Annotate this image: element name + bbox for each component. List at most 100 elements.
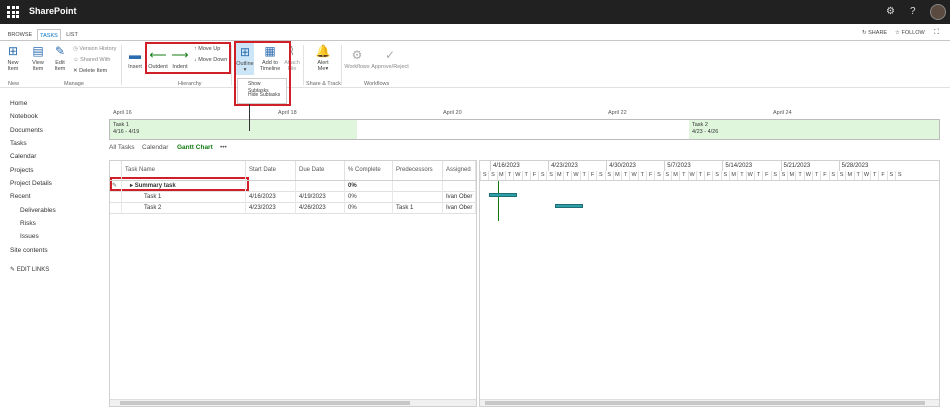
- gantt-day-header: S: [604, 171, 613, 180]
- workflows-button[interactable]: ⚙ Workflows: [344, 49, 370, 71]
- start-date-cell[interactable]: [246, 181, 296, 192]
- table-row[interactable]: Task 1 4/16/2023 4/19/2023 0% Ivan Ober: [110, 192, 476, 203]
- table-row[interactable]: Task 2 4/23/2023 4/26/2023 0% Task 1 Iva…: [110, 203, 476, 214]
- alert-me-button[interactable]: 🔔 Alert Me▾: [313, 45, 333, 73]
- timeline-task-2[interactable]: Task 2 4/23 - 4/26: [689, 120, 939, 139]
- percent-complete-cell[interactable]: 0%: [345, 203, 393, 214]
- question-icon[interactable]: ?: [910, 6, 916, 17]
- gantt-day-header: M: [670, 171, 679, 180]
- row-selector[interactable]: [110, 203, 122, 214]
- task-name-cell[interactable]: ▸ Summary task: [122, 181, 246, 192]
- insert-button[interactable]: ▬ Insert: [125, 49, 145, 71]
- timeline-task-1[interactable]: Task 1 4/16 - 4/19: [110, 120, 357, 139]
- start-date-cell[interactable]: 4/16/2023: [246, 192, 296, 203]
- share-label: SHARE: [868, 30, 888, 36]
- delete-item-button[interactable]: ✕ Delete Item: [73, 68, 107, 74]
- edit-item-button[interactable]: ✎ Edit Item: [51, 45, 69, 73]
- nav-notebook[interactable]: Notebook: [10, 113, 38, 120]
- gantt-day-header: T: [853, 171, 862, 180]
- table-row[interactable]: ✎ ▸ Summary task 0%: [110, 181, 476, 192]
- grid-horizontal-scrollbar[interactable]: [110, 399, 476, 406]
- brand-title[interactable]: SharePoint: [29, 6, 77, 16]
- new-item-label: New Item: [7, 60, 19, 72]
- scrollbar-thumb[interactable]: [120, 401, 410, 405]
- gantt-day-header: M: [554, 171, 563, 180]
- app-launcher-icon[interactable]: [7, 6, 19, 18]
- gantt-day-header: S: [836, 171, 845, 180]
- workflows-label: Workflows: [344, 64, 370, 70]
- column-header-predecessors[interactable]: Predecessors: [393, 161, 443, 180]
- gantt-day-header: F: [529, 171, 538, 180]
- gantt-week-header: 4/23/2023: [548, 161, 606, 171]
- gantt-day-header: S: [480, 171, 488, 180]
- edit-row-icon[interactable]: ✎: [110, 181, 122, 192]
- approve-reject-button[interactable]: ✓ Approve/Reject: [371, 49, 409, 71]
- start-date-cell[interactable]: 4/23/2023: [246, 203, 296, 214]
- due-date-cell[interactable]: [296, 181, 345, 192]
- gantt-day-header: W: [745, 171, 754, 180]
- follow-button[interactable]: ☆ FOLLOW: [895, 30, 925, 36]
- nav-project-details[interactable]: Project Details: [10, 180, 52, 187]
- nav-calendar[interactable]: Calendar: [10, 153, 36, 160]
- new-item-button[interactable]: ⊞ New Item: [4, 45, 22, 73]
- timeline-date: April 24: [773, 110, 792, 116]
- nav-documents[interactable]: Documents: [10, 127, 43, 134]
- nav-projects[interactable]: Projects: [10, 167, 33, 174]
- share-button[interactable]: ↻ SHARE: [862, 30, 887, 36]
- predecessors-cell[interactable]: [393, 192, 443, 203]
- gantt-day-header: S: [538, 171, 546, 180]
- view-item-button[interactable]: ▤ View Item: [29, 45, 47, 73]
- gantt-day-header: M: [729, 171, 737, 180]
- gantt-day-header: T: [637, 171, 646, 180]
- column-header-task-name[interactable]: Task Name: [122, 161, 246, 180]
- gantt-day-header: F: [820, 171, 828, 180]
- assigned-cell[interactable]: Ivan Ober: [443, 192, 476, 203]
- column-header-percent-complete[interactable]: % Complete: [345, 161, 393, 180]
- task-name-cell[interactable]: Task 1: [122, 192, 246, 203]
- gantt-day-header: S: [712, 171, 720, 180]
- assigned-cell[interactable]: Ivan Ober: [443, 203, 476, 214]
- view-calendar[interactable]: Calendar: [142, 144, 168, 151]
- assigned-cell[interactable]: [443, 181, 476, 192]
- nav-home[interactable]: Home: [10, 100, 27, 107]
- gantt-day-header: T: [737, 171, 745, 180]
- version-history-button[interactable]: ◷ Version History: [73, 46, 116, 52]
- predecessors-cell[interactable]: Task 1: [393, 203, 443, 214]
- nav-tasks[interactable]: Tasks: [10, 140, 27, 147]
- gear-icon[interactable]: ⚙: [886, 6, 895, 17]
- column-header-start-date[interactable]: Start Date: [246, 161, 296, 180]
- percent-complete-cell[interactable]: 0%: [345, 181, 393, 192]
- focus-icon[interactable]: ⛶: [934, 29, 939, 37]
- group-label-manage: Manage: [64, 81, 84, 87]
- ribbon-divider: [341, 45, 342, 85]
- task-name-cell[interactable]: Task 2: [122, 203, 246, 214]
- column-header-assigned[interactable]: Assigned: [443, 161, 476, 180]
- due-date-cell[interactable]: 4/19/2023: [296, 192, 345, 203]
- predecessors-cell[interactable]: [393, 181, 443, 192]
- gantt-day-header: S: [488, 171, 496, 180]
- more-views-button[interactable]: •••: [220, 144, 227, 151]
- column-header-due-date[interactable]: Due Date: [296, 161, 345, 180]
- nav-risks[interactable]: Risks: [20, 220, 36, 227]
- avatar[interactable]: [930, 4, 946, 20]
- pencil-icon: ✎: [10, 267, 17, 273]
- shared-with-button[interactable]: ☺ Shared With: [73, 57, 110, 63]
- view-all-tasks[interactable]: All Tasks: [109, 144, 135, 151]
- gantt-bar-task-2[interactable]: [555, 204, 583, 208]
- nav-edit-links[interactable]: ✎ EDIT LINKS: [10, 266, 49, 273]
- view-gantt-chart[interactable]: Gantt Chart: [177, 144, 213, 151]
- nav-deliverables[interactable]: Deliverables: [20, 207, 56, 214]
- gantt-horizontal-scrollbar[interactable]: [480, 399, 939, 406]
- row-selector[interactable]: [110, 192, 122, 203]
- nav-recent[interactable]: Recent: [10, 193, 31, 200]
- nav-issues[interactable]: Issues: [20, 233, 39, 240]
- gantt-day-header: W: [861, 171, 870, 180]
- scrollbar-thumb[interactable]: [485, 401, 925, 405]
- group-label-hierarchy: Hierarchy: [178, 81, 202, 87]
- due-date-cell[interactable]: 4/26/2023: [296, 203, 345, 214]
- percent-complete-cell[interactable]: 0%: [345, 192, 393, 203]
- nav-site-contents[interactable]: Site contents: [10, 247, 48, 254]
- gantt-day-header: F: [587, 171, 596, 180]
- gantt-bar-task-1[interactable]: [489, 193, 517, 197]
- gantt-day-header: W: [513, 171, 521, 180]
